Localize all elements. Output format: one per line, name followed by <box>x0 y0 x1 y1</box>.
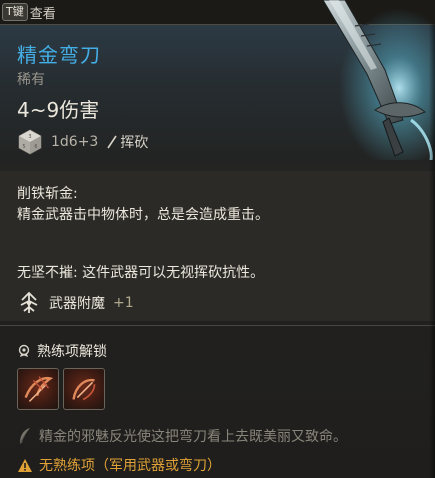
warning-row: 无熟练项（军用武器或弯刀） <box>17 455 221 475</box>
passive-title: 削铁斩金: <box>17 186 78 202</box>
passive-second: 无坚不摧: 这件武器可以无视挥砍抗性。 <box>17 265 265 281</box>
flavor-text: 精金的邪魅反光使这把弯刀看上去既美丽又致命。 <box>39 429 347 445</box>
proficiency-unlock-header: 熟练项解锁 <box>17 341 107 361</box>
panel-edge-shade <box>429 24 435 478</box>
lacerate-action-icon[interactable] <box>17 368 59 410</box>
enchantment-icon <box>20 291 38 313</box>
feather-icon <box>19 428 30 445</box>
flavor-row: 精金的邪魅反光使这把弯刀看上去既美丽又致命。 <box>17 426 347 446</box>
svg-text:5: 5 <box>22 144 25 150</box>
hint-bar: T键 查看 <box>0 0 56 24</box>
item-header: 精金弯刀 稀有 4~9伤害 3 5 6 1d6+3 挥砍 <box>0 25 435 165</box>
svg-text:6: 6 <box>34 144 37 150</box>
tooltip-stage: T键 查看 精金弯刀 稀有 4~9伤害 3 5 6 1d6+3 挥砍 削铁斩金:… <box>0 0 435 478</box>
passive-section: 削铁斩金: 精金武器击中物体时，总是会造成重击。 无坚不摧: 这件武器可以无视挥… <box>0 171 435 321</box>
keybind-badge[interactable]: T键 <box>2 3 28 21</box>
damage-type-label: 挥砍 <box>120 135 149 151</box>
item-tooltip-panel: 精金弯刀 稀有 4~9伤害 3 5 6 1d6+3 挥砍 削铁斩金: 精金武器击… <box>0 24 435 478</box>
proficiency-icon <box>18 344 30 357</box>
proficiency-unlock-title: 熟练项解锁 <box>37 344 107 360</box>
dice-formula: 1d6+3 <box>51 134 99 150</box>
passive-description: 精金武器击中物体时，总是会造成重击。 <box>17 207 269 223</box>
enchant-value: +1 <box>113 295 134 311</box>
enchant-label: 武器附魔 <box>49 296 105 312</box>
warning-text: 无熟练项（军用武器或弯刀） <box>39 458 221 474</box>
examine-hint-text[interactable]: 查看 <box>30 3 56 22</box>
item-damage: 4~9伤害 <box>17 98 100 122</box>
item-name: 精金弯刀 <box>17 43 101 67</box>
item-rarity: 稀有 <box>17 72 45 88</box>
enchant-row: 武器附魔 +1 <box>17 291 134 315</box>
section-divider <box>0 325 435 326</box>
warning-icon <box>18 458 32 472</box>
slash-icon <box>107 135 118 149</box>
dice-icon: 3 5 6 <box>18 129 42 155</box>
weapon-action-slots <box>17 368 105 410</box>
damage-dice-row: 3 5 6 1d6+3 挥砍 <box>17 128 148 156</box>
svg-text:3: 3 <box>28 134 31 140</box>
flourish-action-icon[interactable] <box>63 368 105 410</box>
